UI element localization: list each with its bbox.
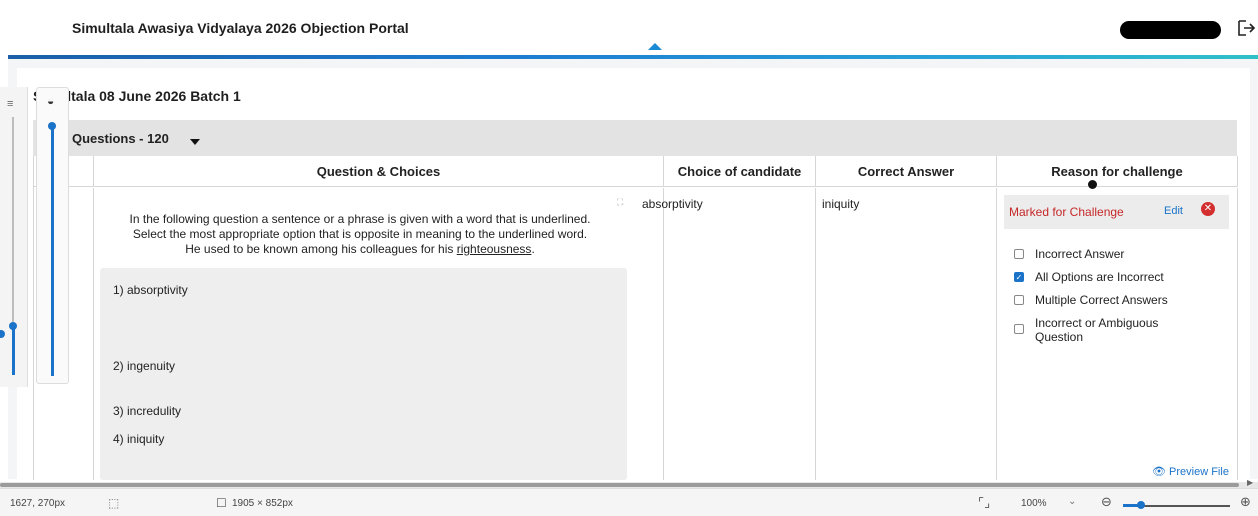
header-correct-answer: Correct Answer	[816, 156, 997, 187]
challenge-status: Marked for Challenge	[1009, 205, 1124, 219]
zoom-slider-fill	[1123, 504, 1137, 507]
zoom-level[interactable]: 100%	[1021, 498, 1047, 509]
selection-icon[interactable]: ⬚	[108, 496, 119, 510]
question-text: In the following question a sentence or …	[100, 212, 620, 257]
correct-answer: iniquity	[822, 197, 860, 211]
slider-fill-b	[51, 126, 54, 376]
questions-dropdown-icon[interactable]	[190, 139, 200, 145]
zoom-dropdown-icon[interactable]: ⌄	[1068, 496, 1076, 507]
preview-file-label: Preview File	[1169, 466, 1229, 478]
reason-label-all-options-incorrect: All Options are Incorrect	[1035, 270, 1164, 284]
choices-box	[100, 268, 627, 480]
option-2: 2) ingenuity	[113, 359, 176, 373]
correct-cell	[816, 188, 997, 480]
reason-checkbox-incorrect-answer[interactable]	[1014, 249, 1024, 259]
reason-label-multiple-correct: Multiple Correct Answers	[1035, 293, 1168, 307]
candidate-choice: absorptivity	[642, 197, 703, 211]
cursor-position: 1627, 270px	[10, 498, 66, 509]
expand-icon[interactable]: ⛶	[617, 197, 623, 208]
edit-link[interactable]: Edit	[1164, 205, 1183, 217]
collapse-header-icon[interactable]	[648, 43, 662, 50]
questions-count-label[interactable]: Questions - 120	[72, 131, 169, 146]
lines-icon: ≡	[7, 98, 14, 110]
app-title: Simultala Awasiya Vidyalaya 2026 Objecti…	[72, 20, 409, 36]
question-line-1: In the following question a sentence or …	[129, 212, 591, 226]
option-3: 3) incredulity	[113, 404, 182, 418]
reason-checkbox-ambiguous[interactable]	[1014, 324, 1024, 334]
candidate-cell	[664, 188, 816, 480]
image-dimensions: 1905 × 852px	[232, 498, 293, 509]
reason-label-incorrect-answer: Incorrect Answer	[1035, 247, 1125, 261]
reason-checkbox-all-options-incorrect[interactable]: ✓	[1014, 272, 1024, 282]
fit-screen-icon[interactable]: ⌜⌟	[978, 495, 990, 511]
header-candidate-choice: Choice of candidate	[664, 156, 816, 187]
cursor-dot	[1088, 180, 1097, 189]
questions-bar[interactable]	[33, 120, 1237, 156]
dimension-icon: ☐	[216, 496, 227, 510]
scrollbar-thumb[interactable]	[0, 483, 1239, 487]
question-sentence: He used to be known among his colleagues…	[185, 242, 457, 256]
preview-file-link[interactable]: 👁 Preview File	[1152, 465, 1229, 478]
option-1: 1) absorptivity	[113, 283, 188, 297]
slider-track-a	[12, 117, 14, 322]
zoom-slider-knob[interactable]	[1137, 501, 1145, 509]
logout-icon[interactable]	[1236, 18, 1258, 40]
reason-label-ambiguous: Incorrect or Ambiguous Question	[1035, 316, 1159, 344]
option-4: 4) iniquity	[113, 432, 165, 446]
zoom-out-icon[interactable]: ⊖	[1101, 494, 1112, 510]
reason-checkbox-multiple-correct[interactable]	[1014, 295, 1024, 305]
question-line-3: He used to be known among his colleagues…	[100, 242, 620, 257]
drop-icon: ◒	[47, 94, 55, 108]
question-end: .	[531, 242, 535, 256]
underlined-word: righteousness	[456, 242, 532, 256]
status-bar: 1627, 270px ⬚ ☐ 1905 × 852px ⌜⌟ 100% ⌄ ⊖…	[0, 488, 1258, 516]
slider-knob-a[interactable]	[9, 322, 17, 330]
redacted-username	[1120, 21, 1221, 39]
question-line-2: Select the most appropriate option that …	[132, 227, 588, 241]
header-question: Question & Choices	[94, 156, 664, 187]
scroll-right-icon[interactable]: ▶	[1247, 478, 1253, 487]
eye-icon: 👁	[1152, 466, 1166, 478]
remove-challenge-icon[interactable]: ✕	[1201, 202, 1215, 216]
logout-glyph	[1238, 20, 1256, 36]
zoom-in-icon[interactable]: ⊕	[1240, 494, 1251, 510]
header-reason: Reason for challenge	[997, 156, 1238, 187]
slider-fill-a	[12, 325, 15, 375]
slider-knob-b[interactable]	[48, 122, 56, 130]
